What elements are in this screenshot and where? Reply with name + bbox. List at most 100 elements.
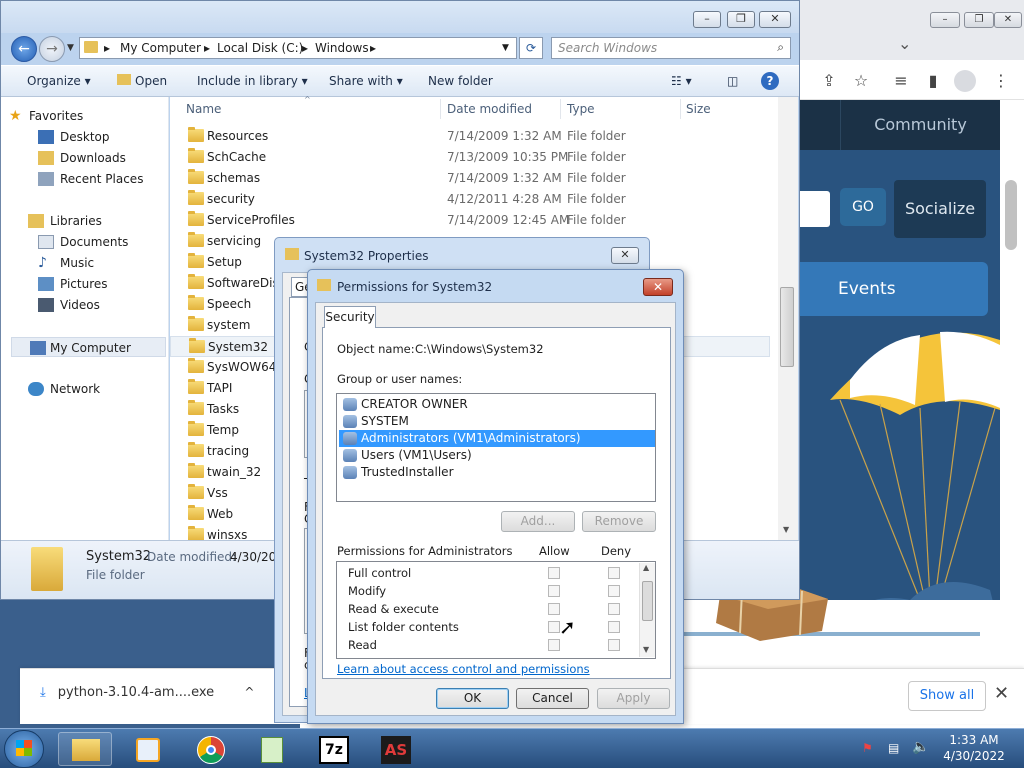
breadcrumb-local-disk[interactable]: Local Disk (C:) <box>217 41 303 55</box>
explorer-close-button[interactable]: ✕ <box>759 11 791 28</box>
scrollbar-thumb[interactable] <box>780 287 794 367</box>
download-expand-icon[interactable]: ^ <box>244 685 254 699</box>
learn-more-link[interactable]: Learn about access control and permissio… <box>337 662 590 676</box>
site-go-button[interactable]: GO <box>840 188 886 226</box>
allow-checkbox[interactable] <box>548 639 560 651</box>
share-icon[interactable]: ⇪ <box>818 70 840 92</box>
deny-checkbox[interactable] <box>608 567 620 579</box>
tab-security[interactable]: Security <box>324 306 376 328</box>
socialize-button[interactable]: Socialize <box>894 180 986 238</box>
file-row[interactable]: security 4/12/2011 4:28 AM File folder <box>170 189 770 210</box>
download-item[interactable]: ⤓ python-3.10.4-am....exe ^ <box>40 685 254 700</box>
deny-checkbox[interactable] <box>608 585 620 597</box>
cancel-button[interactable]: Cancel <box>516 688 589 709</box>
organize-menu[interactable]: Organize ▾ <box>27 74 91 88</box>
explorer-minimize-button[interactable]: – <box>693 11 721 28</box>
nav-events[interactable]: Events <box>838 262 896 316</box>
volume-icon[interactable]: 🔈 <box>912 739 929 755</box>
file-row[interactable]: ServiceProfiles 7/14/2009 12:45 AM File fo… <box>170 210 770 231</box>
user-list-item[interactable]: SYSTEM <box>339 413 655 430</box>
file-name: servicing <box>207 234 262 248</box>
file-row[interactable]: schemas 7/14/2009 1:32 AM File folder <box>170 168 770 189</box>
notepad-icon[interactable] <box>244 732 298 766</box>
properties-close-button[interactable]: ✕ <box>611 247 639 264</box>
history-chevron-icon[interactable]: ▼ <box>67 43 74 53</box>
media-player-icon[interactable] <box>120 732 174 766</box>
address-dropdown-icon[interactable]: ▼ <box>502 43 509 53</box>
preview-pane-icon[interactable]: ◫ <box>727 74 738 88</box>
permissions-close-button[interactable]: ✕ <box>643 278 673 296</box>
refresh-icon[interactable]: ⟳ <box>519 37 543 59</box>
scroll-up-icon[interactable]: ▲ <box>643 563 649 572</box>
menu-icon[interactable]: ⋮ <box>990 70 1012 92</box>
column-date-modified[interactable]: Date modified <box>447 102 532 116</box>
deny-checkbox[interactable] <box>608 603 620 615</box>
apply-button[interactable]: Apply <box>597 688 670 709</box>
permission-name: List folder contents <box>348 620 459 634</box>
file-list-scrollbar[interactable]: ▼ <box>778 97 798 540</box>
profile-icon[interactable] <box>954 70 976 92</box>
breadcrumb-windows[interactable]: Windows <box>315 41 369 55</box>
file-row[interactable]: Resources 7/14/2009 1:32 AM File folder <box>170 126 770 147</box>
address-bar[interactable]: ▸ My Computer ▸ Local Disk (C:) ▸ Window… <box>79 37 517 59</box>
show-all-button[interactable]: Show all <box>908 681 986 711</box>
allow-checkbox[interactable] <box>548 603 560 615</box>
help-icon[interactable]: ? <box>761 72 779 90</box>
star-icon[interactable]: ☆ <box>850 70 872 92</box>
details-name: System32 <box>86 549 152 564</box>
column-size[interactable]: Size <box>686 102 711 116</box>
7zip-icon[interactable]: 7z <box>306 732 360 766</box>
remove-button[interactable]: Remove <box>582 511 656 532</box>
scroll-down-icon[interactable]: ▼ <box>643 645 649 654</box>
view-options-icon[interactable]: ☷ ▾ <box>671 74 692 88</box>
chrome-maximize-button[interactable]: ❐ <box>964 12 994 28</box>
media-icon[interactable]: ≡ <box>890 70 912 92</box>
sidebar-icon[interactable]: ▮ <box>922 70 944 92</box>
explorer-search-input[interactable]: Search Windows ⌕ <box>551 37 791 59</box>
action-center-icon[interactable]: ⚑ <box>862 741 873 755</box>
explorer-icon[interactable] <box>58 732 112 766</box>
file-name: SysWOW64 <box>207 360 277 374</box>
new-folder-button[interactable]: New folder <box>428 74 493 88</box>
ok-button[interactable]: OK <box>436 688 509 709</box>
scrollbar-thumb[interactable] <box>1005 180 1017 250</box>
nav-community[interactable]: Community <box>840 100 1000 150</box>
add-button[interactable]: Add... <box>501 511 575 532</box>
permissions-scrollbar[interactable]: ▲ ▼ <box>639 563 655 657</box>
network-tray-icon[interactable]: ▤ <box>888 741 899 755</box>
nav-my-computer[interactable]: My Computer <box>11 337 166 357</box>
user-list-item[interactable]: Users (VM1\Users) <box>339 447 655 464</box>
open-button[interactable]: Open <box>117 74 167 88</box>
user-list[interactable]: CREATOR OWNER SYSTEM Administrators (VM1\A… <box>336 393 656 502</box>
page-scrollbar[interactable] <box>1000 100 1024 610</box>
file-row[interactable]: SchCache 7/13/2009 10:35 PM File folder <box>170 147 770 168</box>
share-with-menu[interactable]: Share with ▾ <box>329 74 403 88</box>
user-list-item[interactable]: Administrators (VM1\Administrators) <box>339 430 655 447</box>
breadcrumb-my-computer[interactable]: My Computer <box>120 41 201 55</box>
allow-checkbox[interactable] <box>548 567 560 579</box>
scroll-down-icon[interactable]: ▼ <box>783 525 789 534</box>
breadcrumb-sep: ▸ <box>370 41 377 55</box>
forward-arrow-icon[interactable]: → <box>39 36 65 62</box>
column-type[interactable]: Type <box>567 102 595 116</box>
scrollbar-thumb[interactable] <box>642 581 653 621</box>
allow-checkbox[interactable] <box>548 585 560 597</box>
chrome-icon[interactable] <box>182 732 236 766</box>
include-in-library-menu[interactable]: Include in library ▾ <box>197 74 308 88</box>
deny-header: Deny <box>601 544 632 558</box>
search-icon[interactable]: ⌕ <box>777 40 784 55</box>
deny-checkbox[interactable] <box>608 639 620 651</box>
clock[interactable]: 1:33 AM 4/30/2022 <box>934 732 1014 764</box>
deny-checkbox[interactable] <box>608 621 620 633</box>
user-list-item[interactable]: CREATOR OWNER <box>339 396 655 413</box>
chrome-close-button[interactable]: ✕ <box>994 12 1022 28</box>
back-arrow-icon[interactable]: ← <box>11 36 37 62</box>
tab-search-chevron-icon[interactable]: ⌄ <box>898 34 911 53</box>
chrome-minimize-button[interactable]: – <box>930 12 960 28</box>
start-button[interactable] <box>4 730 44 768</box>
column-name[interactable]: Name <box>186 102 221 116</box>
close-download-bar-icon[interactable]: ✕ <box>994 683 1009 704</box>
explorer-maximize-button[interactable]: ❐ <box>727 11 755 28</box>
as-icon[interactable]: AS <box>368 732 422 766</box>
user-list-item[interactable]: TrustedInstaller <box>339 464 655 481</box>
